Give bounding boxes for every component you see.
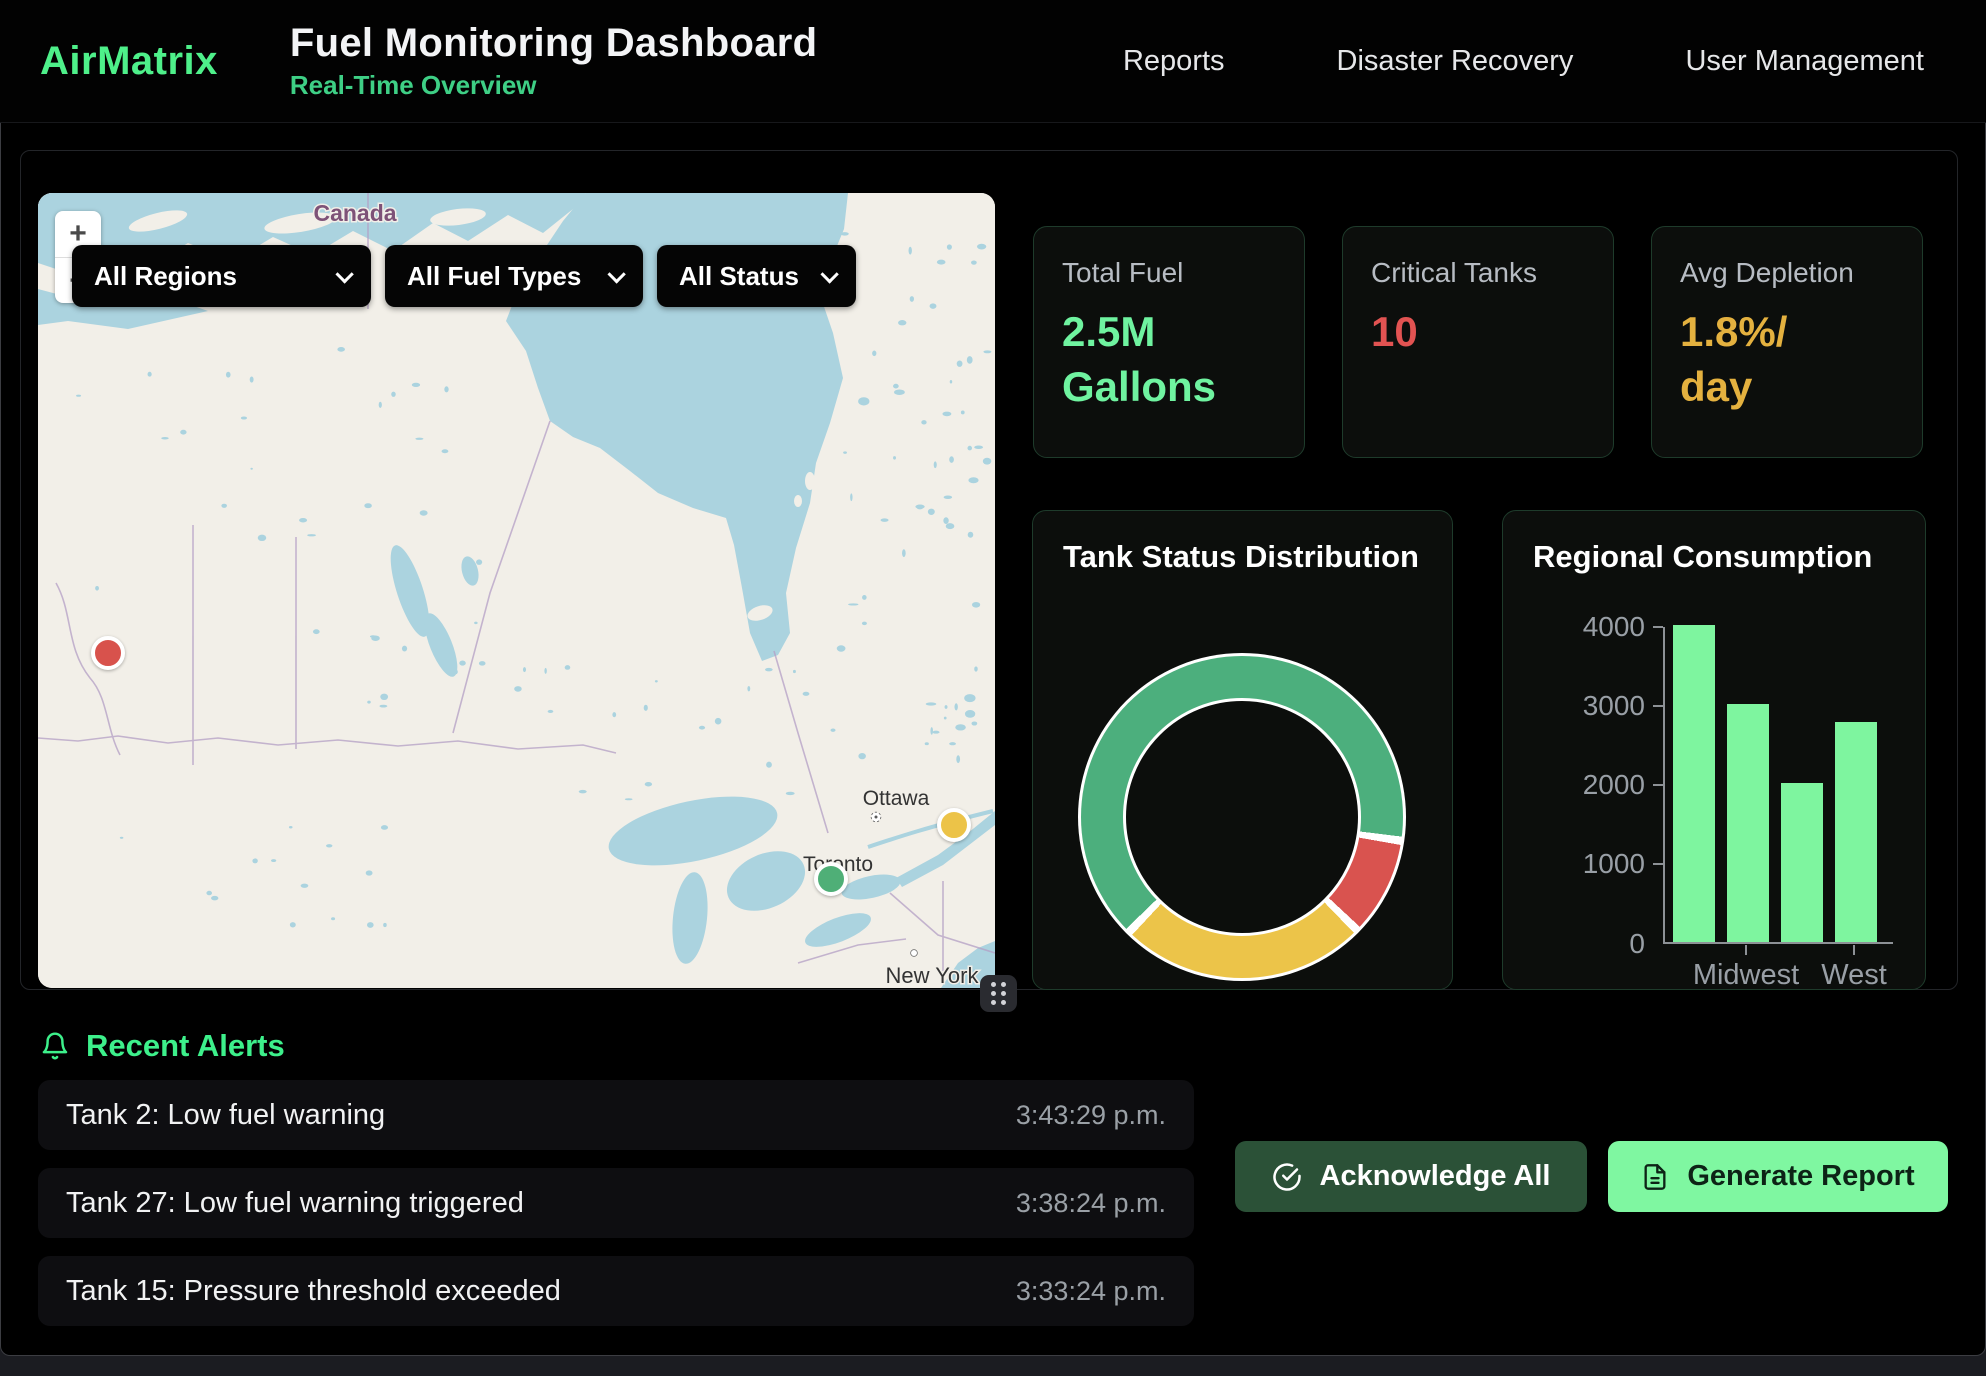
- tank-status-card: Tank Status Distribution: [1032, 510, 1453, 990]
- y-tick-label: 0: [1505, 928, 1645, 960]
- alert-message: Tank 2: Low fuel warning: [66, 1099, 385, 1132]
- stat-value: 10: [1371, 305, 1585, 360]
- alert-row[interactable]: Tank 27: Low fuel warning triggered 3:38…: [38, 1168, 1194, 1238]
- stat-value: 1.8%/ day: [1680, 305, 1894, 414]
- stat-card-avg-depletion: Avg Depletion 1.8%/ day: [1651, 226, 1923, 458]
- region-filter-value: All Regions: [94, 261, 237, 292]
- title-block: Fuel Monitoring Dashboard Real-Time Over…: [290, 21, 817, 101]
- stat-card-total-fuel: Total Fuel 2.5M Gallons: [1033, 226, 1305, 458]
- y-tick-label: 2000: [1505, 769, 1645, 801]
- map-resize-handle[interactable]: [980, 975, 1017, 1012]
- map-canvas: Canada Ottawa Toronto New York: [38, 193, 995, 988]
- map-label-ottawa: Ottawa: [863, 787, 930, 810]
- chevron-down-icon: [820, 265, 838, 283]
- alert-time: 3:38:24 p.m.: [1016, 1188, 1166, 1219]
- status-filter-value: All Status: [679, 261, 799, 292]
- check-circle-icon: [1272, 1162, 1302, 1192]
- page-subtitle: Real-Time Overview: [290, 70, 817, 101]
- generate-report-button[interactable]: Generate Report: [1608, 1141, 1948, 1212]
- recent-alerts-heading: Recent Alerts: [40, 1028, 285, 1064]
- status-filter-dropdown[interactable]: All Status: [657, 245, 856, 307]
- tank-marker-warning[interactable]: [937, 808, 971, 842]
- y-tick: [1653, 863, 1663, 865]
- tank-marker-normal[interactable]: [814, 862, 848, 896]
- chevron-down-icon: [607, 265, 625, 283]
- alert-time: 3:33:24 p.m.: [1016, 1276, 1166, 1307]
- tank-marker-critical[interactable]: [91, 636, 125, 670]
- dashboard-root: AirMatrix Fuel Monitoring Dashboard Real…: [0, 0, 1986, 1376]
- donut-chart-title: Tank Status Distribution: [1063, 539, 1419, 575]
- page-title: Fuel Monitoring Dashboard: [290, 21, 817, 66]
- fuel-type-filter-value: All Fuel Types: [407, 261, 581, 292]
- fuel-map[interactable]: Canada Ottawa Toronto New York + − All R…: [38, 193, 995, 988]
- map-filters: All Regions All Fuel Types All Status: [72, 245, 856, 307]
- bar-chart-title: Regional Consumption: [1533, 539, 1872, 575]
- bar-region-midwest: [1727, 704, 1769, 942]
- x-tick-label-west: West: [1764, 959, 1944, 992]
- bar-region-3: [1781, 783, 1823, 942]
- acknowledge-all-button[interactable]: Acknowledge All: [1235, 1141, 1587, 1212]
- stat-card-critical-tanks: Critical Tanks 10: [1342, 226, 1614, 458]
- chevron-down-icon: [335, 265, 353, 283]
- recent-alerts-title: Recent Alerts: [86, 1028, 285, 1064]
- alert-message: Tank 27: Low fuel warning triggered: [66, 1187, 524, 1220]
- fuel-type-filter-dropdown[interactable]: All Fuel Types: [385, 245, 643, 307]
- main-nav: Reports Disaster Recovery User Managemen…: [1123, 45, 1946, 78]
- x-tick: [1745, 945, 1747, 955]
- alert-message: Tank 15: Pressure threshold exceeded: [66, 1275, 561, 1308]
- stat-value: 2.5M Gallons: [1062, 305, 1276, 414]
- stat-label: Critical Tanks: [1371, 257, 1585, 289]
- donut-hole: [1123, 698, 1361, 936]
- bar-region-west: [1835, 722, 1877, 942]
- y-tick-label: 4000: [1505, 611, 1645, 643]
- regional-consumption-card: Regional Consumption 4000 3000 2000 1000…: [1502, 510, 1926, 990]
- region-filter-dropdown[interactable]: All Regions: [72, 245, 371, 307]
- y-tick-label: 3000: [1505, 690, 1645, 722]
- document-icon: [1641, 1162, 1669, 1192]
- stat-label: Avg Depletion: [1680, 257, 1894, 289]
- alert-row[interactable]: Tank 2: Low fuel warning 3:43:29 p.m.: [38, 1080, 1194, 1150]
- y-tick: [1653, 626, 1663, 628]
- y-tick: [1653, 705, 1663, 707]
- nav-user-management[interactable]: User Management: [1685, 45, 1924, 78]
- header: AirMatrix Fuel Monitoring Dashboard Real…: [0, 0, 1986, 123]
- alert-time: 3:43:29 p.m.: [1016, 1100, 1166, 1131]
- nav-disaster-recovery[interactable]: Disaster Recovery: [1337, 45, 1574, 78]
- generate-report-label: Generate Report: [1687, 1160, 1914, 1193]
- y-tick: [1653, 784, 1663, 786]
- bar-region-1: [1673, 625, 1715, 942]
- x-tick: [1853, 945, 1855, 955]
- acknowledge-all-label: Acknowledge All: [1320, 1160, 1551, 1193]
- map-label-canada: Canada: [313, 200, 396, 226]
- alert-row[interactable]: Tank 15: Pressure threshold exceeded 3:3…: [38, 1256, 1194, 1326]
- bell-icon: [40, 1030, 70, 1062]
- y-tick-label: 1000: [1505, 848, 1645, 880]
- donut-ring: [1081, 656, 1403, 978]
- app-logo: AirMatrix: [40, 39, 218, 84]
- bar-plot-area: [1663, 627, 1893, 944]
- nav-reports[interactable]: Reports: [1123, 45, 1225, 78]
- map-label-new-york: New York: [886, 963, 980, 988]
- stat-label: Total Fuel: [1062, 257, 1276, 289]
- donut-chart: [1078, 653, 1406, 981]
